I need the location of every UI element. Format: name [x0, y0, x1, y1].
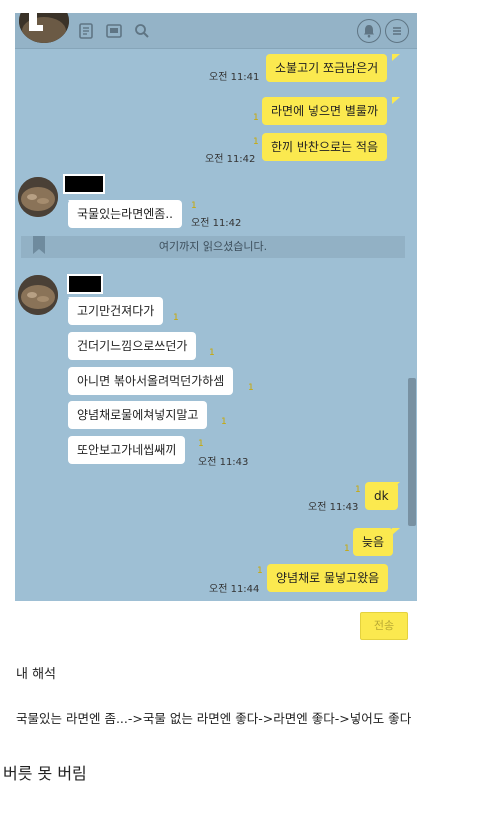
unread-count: 1	[191, 201, 197, 211]
menu-icon[interactable]	[385, 19, 409, 43]
their-message-bubble[interactable]: 건더기느낌으로쓰던가	[68, 332, 197, 360]
message-time: 오전 11:42	[191, 218, 242, 229]
message-time: 오전 11:43	[198, 457, 249, 468]
contact-name-redacted	[63, 174, 105, 194]
read-marker-text: 여기까지 읽으셨습니다.	[158, 240, 268, 253]
contact-avatar[interactable]	[18, 177, 58, 217]
unread-count: 1	[221, 417, 227, 427]
my-message-bubble[interactable]: 한끼 반찬으로는 적음	[262, 133, 387, 161]
notes-icon[interactable]	[77, 22, 95, 40]
contact-name-redacted	[67, 274, 103, 294]
my-message-bubble[interactable]: 늦음	[353, 528, 394, 556]
unread-count: 1	[248, 383, 254, 393]
message-time: 오전 11:43	[308, 502, 359, 513]
their-message-bubble[interactable]: 또안보고가네씹쌔끼	[68, 436, 186, 464]
contact-avatar[interactable]	[18, 275, 58, 315]
unread-count: 1	[198, 439, 204, 449]
unread-count: 1	[344, 544, 350, 554]
my-message-bubble[interactable]: 라면에 넣으면 별룰까	[262, 97, 387, 125]
unread-count: 1	[257, 566, 263, 576]
unread-count: 1	[209, 348, 215, 358]
scrollbar[interactable]	[408, 378, 416, 526]
chat-toolbar	[15, 13, 417, 49]
their-message-bubble[interactable]: 고기만건져다가	[68, 297, 164, 325]
their-message-bubble[interactable]: 양념채로물에쳐넣지말고	[68, 401, 208, 429]
their-message-bubble[interactable]: 국물있는라면엔좀..	[68, 200, 182, 228]
message-time: 오전 11:44	[209, 584, 260, 595]
read-marker: 여기까지 읽으셨습니다.	[21, 236, 405, 258]
bubble-tail	[392, 54, 400, 61]
bubble-tail	[392, 482, 400, 489]
box-icon[interactable]	[105, 22, 123, 40]
my-message-bubble[interactable]: 양념채로 물넣고왔음	[267, 564, 389, 592]
message-time: 오전 11:42	[205, 154, 256, 165]
chat-window: 소불고기 쪼금남은거 오전 11:41 라면에 넣으면 별룰까 1 한끼 반찬으…	[15, 13, 417, 601]
unread-count: 1	[355, 485, 361, 495]
unread-count: 1	[253, 113, 259, 123]
bubble-tail	[392, 97, 400, 104]
my-message-bubble[interactable]: 소불고기 쪼금남은거	[266, 54, 388, 82]
bell-icon[interactable]	[357, 19, 381, 43]
search-icon[interactable]	[133, 22, 151, 40]
unread-count: 1	[253, 137, 259, 147]
their-message-bubble[interactable]: 아니면 볶아서올려먹던가하셈	[68, 367, 234, 395]
unread-count: 1	[173, 313, 179, 323]
send-button[interactable]: 전송	[360, 612, 408, 640]
caption-title: 내 해석	[16, 667, 57, 682]
bubble-tail	[392, 528, 400, 535]
caption-closing: 버릇 못 버림	[3, 764, 87, 783]
caption-interpretation: 국물있는 라면엔 좀...->국물 없는 라면엔 좋다->라면엔 좋다->넣어도…	[16, 711, 412, 726]
message-time: 오전 11:41	[209, 72, 260, 83]
profile-avatar[interactable]	[19, 13, 69, 43]
